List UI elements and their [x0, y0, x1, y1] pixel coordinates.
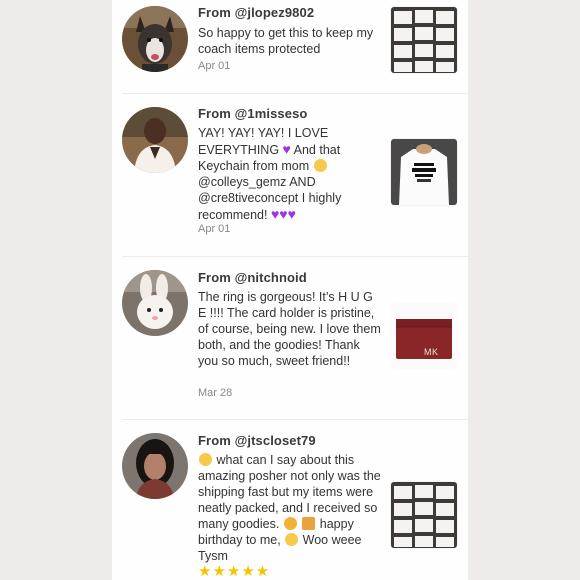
- review-item: From @jlopez9802 So happy to get this to…: [112, 0, 468, 95]
- avatar-dog-image: [122, 6, 188, 72]
- mk-logo: MK: [424, 347, 439, 357]
- purple-heart-icon: ♥: [282, 141, 291, 157]
- thumbnail-tshirt-image: [391, 139, 457, 205]
- avatar-bunny-image: [122, 270, 188, 336]
- reviewer-handle[interactable]: From @jtscloset79: [198, 433, 316, 448]
- avatar[interactable]: [122, 107, 188, 173]
- review-text: what can I say about this amazing posher…: [198, 452, 383, 580]
- reviewer-handle[interactable]: From @jlopez9802: [198, 5, 314, 20]
- party-face-icon: [283, 517, 297, 530]
- review-text-part: @colleys_gemz AND @cre8tiveconcept I hig…: [198, 175, 342, 222]
- review-date: Mar 28: [198, 387, 233, 399]
- item-thumbnail[interactable]: [391, 7, 457, 73]
- heart-eyes-face-icon: [199, 453, 212, 466]
- avatar-woman-image: [122, 433, 188, 499]
- purple-heart-icon: ♥♥♥: [270, 206, 296, 222]
- party-popper-icon: [302, 517, 316, 530]
- thumbnail-card-holder-image: [391, 303, 457, 369]
- review-date: Apr 01: [198, 60, 231, 72]
- thumbnail-cards-image: [391, 482, 457, 548]
- avatar-person-image: [122, 107, 188, 173]
- review-item: From @nitchnoid The ring is gorgeous! It…: [112, 257, 468, 420]
- reviewer-handle[interactable]: From @nitchnoid: [198, 270, 307, 285]
- item-thumbnail[interactable]: MK: [391, 303, 457, 369]
- avatar[interactable]: [122, 6, 188, 72]
- thumbnail-cards-image: [391, 7, 457, 73]
- smiling-face-icon: [285, 533, 299, 546]
- item-thumbnail[interactable]: [391, 139, 457, 205]
- left-backdrop: [0, 0, 112, 580]
- review-date: Apr 01: [198, 223, 231, 235]
- reviews-feed[interactable]: From @jlopez9802 So happy to get this to…: [112, 0, 468, 580]
- item-thumbnail[interactable]: [391, 482, 457, 548]
- review-text: The ring is gorgeous! It’s H U G E !!!! …: [198, 290, 381, 368]
- avatar[interactable]: [122, 270, 188, 336]
- right-backdrop: [468, 0, 580, 580]
- crying-face-icon: [313, 159, 327, 172]
- review-text: YAY! YAY! YAY! I LOVE EVERYTHING ♥ And t…: [198, 125, 383, 223]
- reviewer-handle[interactable]: From @1misseso: [198, 106, 307, 121]
- review-item: From @jtscloset79 what can I say about t…: [112, 420, 468, 580]
- review-text: So happy to get this to keep my coach it…: [198, 26, 374, 56]
- star-rating: ★★★★★: [198, 563, 271, 580]
- review-item: From @1misseso YAY! YAY! YAY! I LOVE EVE…: [112, 94, 468, 256]
- avatar[interactable]: [122, 433, 188, 499]
